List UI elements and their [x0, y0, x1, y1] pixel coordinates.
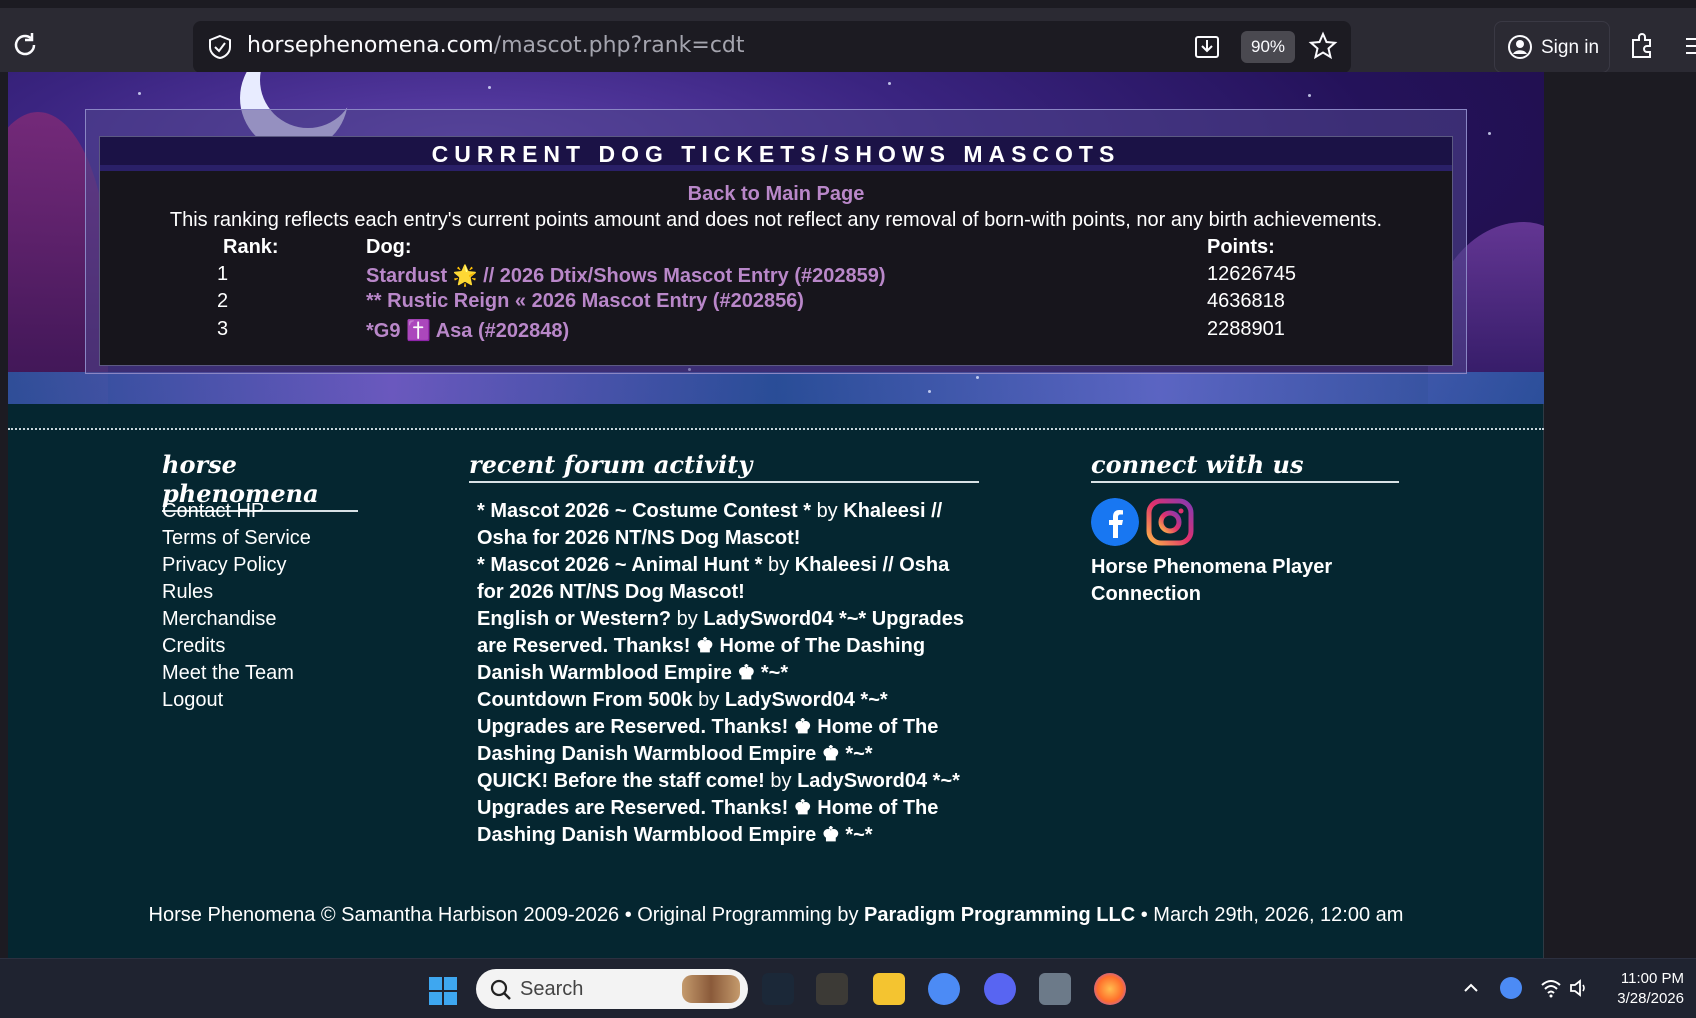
- volume-icon[interactable]: [1568, 977, 1590, 999]
- star-decoration: [976, 376, 979, 379]
- ranking-description: This ranking reflects each entry's curre…: [169, 209, 1383, 231]
- windows-start-icon[interactable]: [428, 976, 458, 1006]
- star-decoration: [928, 390, 931, 393]
- footer-link-merchandise[interactable]: Merchandise: [162, 606, 277, 633]
- night-sky-banner: CURRENT DOG TICKETS/SHOWS MASCOTS Back t…: [8, 72, 1544, 404]
- footer-link-rules[interactable]: Rules: [162, 579, 213, 606]
- star-decoration: [138, 92, 141, 95]
- rank-cell: 3: [217, 318, 229, 340]
- forum-activity-item[interactable]: * Mascot 2026 ~ Costume Contest * by Kha…: [477, 498, 967, 552]
- footer-link-team[interactable]: Meet the Team: [162, 660, 294, 687]
- forum-topic-title[interactable]: QUICK! Before the staff come!: [477, 770, 765, 792]
- page-title: CURRENT DOG TICKETS/SHOWS MASCOTS: [431, 141, 1121, 167]
- panel-header: CURRENT DOG TICKETS/SHOWS MASCOTS: [100, 137, 1452, 171]
- browser-toolbar: horsephenomena.com/mascot.php?rank=cdt 9…: [0, 0, 1696, 73]
- steam-icon[interactable]: [762, 973, 794, 1005]
- dog-link[interactable]: *G9 ✝️ Asa (#202848): [366, 318, 569, 343]
- footer-link-credits[interactable]: Credits: [162, 633, 225, 660]
- discord-icon[interactable]: [984, 973, 1016, 1005]
- system-clock[interactable]: 11:00 PM 3/28/2026: [1606, 969, 1684, 1009]
- points-column-header: Points:: [1207, 236, 1275, 258]
- facebook-icon[interactable]: [1091, 498, 1139, 546]
- page-viewport: CURRENT DOG TICKETS/SHOWS MASCOTS Back t…: [0, 72, 1696, 958]
- star-decoration: [888, 82, 891, 85]
- dog-column-header: Dog:: [366, 236, 412, 258]
- footer-link-logout[interactable]: Logout: [162, 687, 223, 714]
- star-decoration: [488, 86, 491, 89]
- site-body: CURRENT DOG TICKETS/SHOWS MASCOTS Back t…: [8, 72, 1544, 958]
- footer-link-contact[interactable]: Contact HP: [162, 498, 264, 525]
- cloud-band: [8, 372, 1544, 404]
- search-icon: [490, 979, 511, 1000]
- points-cell: 2288901: [1207, 318, 1285, 340]
- forum-topic-title[interactable]: * Mascot 2026 ~ Animal Hunt *: [477, 554, 762, 576]
- chevron-up-icon[interactable]: [1460, 977, 1482, 999]
- firefox-icon[interactable]: [1094, 973, 1126, 1005]
- forum-by-label: by: [676, 608, 698, 630]
- address-bar[interactable]: horsephenomena.com/mascot.php?rank=cdt 9…: [193, 21, 1351, 73]
- clock-time: 11:00 PM: [1620, 970, 1684, 987]
- game-app-icon[interactable]: [816, 973, 848, 1005]
- points-cell: 12626745: [1207, 263, 1296, 285]
- forum-activity-item[interactable]: English or Western? by LadySword04 *~* U…: [477, 606, 967, 687]
- footer-link-privacy[interactable]: Privacy Policy: [162, 552, 286, 579]
- taskbar-search[interactable]: Search: [476, 969, 748, 1009]
- sync-app-icon[interactable]: [928, 973, 960, 1005]
- instagram-icon[interactable]: [1146, 498, 1194, 546]
- os-taskbar: Search 11:00 PM 3/28/2026: [0, 958, 1696, 1018]
- forum-topic-title[interactable]: * Mascot 2026 ~ Costume Contest *: [477, 500, 811, 522]
- forum-by-label: by: [816, 500, 838, 522]
- copyright-line: Horse Phenomena © Samantha Harbison 2009…: [8, 904, 1544, 927]
- dog-link[interactable]: ** Rustic Reign « 2026 Mascot Entry (#20…: [366, 290, 804, 313]
- forum-activity-item[interactable]: QUICK! Before the staff come! by LadySwo…: [477, 768, 967, 849]
- sync-tray-icon[interactable]: [1500, 977, 1522, 999]
- bookmark-star-icon[interactable]: [1308, 31, 1338, 61]
- rank-cell: 1: [217, 263, 229, 285]
- forum-topic-title[interactable]: Countdown From 500k: [477, 689, 693, 711]
- points-cell: 4636818: [1207, 290, 1285, 312]
- reload-icon[interactable]: [10, 30, 40, 60]
- rank-column-header: Rank:: [223, 236, 279, 258]
- copyright-date: • March 29th, 2026, 12:00 am: [1140, 904, 1404, 926]
- star-decoration: [1308, 94, 1311, 97]
- zoom-level-badge[interactable]: 90%: [1241, 31, 1295, 63]
- sign-in-button[interactable]: Sign in: [1494, 21, 1610, 73]
- forum-by-label: by: [768, 554, 790, 576]
- connect-heading: connect with us: [1091, 450, 1399, 483]
- file-explorer-icon[interactable]: [873, 973, 905, 1005]
- url-path: /mascot.php?rank=cdt: [493, 33, 745, 58]
- forum-activity-item[interactable]: * Mascot 2026 ~ Animal Hunt * by Khalees…: [477, 552, 967, 606]
- search-label: Search: [520, 978, 584, 1000]
- wifi-icon[interactable]: [1540, 977, 1562, 999]
- forum-heading: recent forum activity: [469, 450, 979, 483]
- search-highlight-image: [682, 975, 740, 1003]
- back-to-main-link[interactable]: Back to Main Page: [100, 183, 1452, 206]
- footer-divider: [8, 428, 1544, 430]
- player-connection-link[interactable]: Horse Phenomena Player Connection: [1091, 554, 1391, 608]
- forum-activity-item[interactable]: Countdown From 500k by LadySword04 *~* U…: [477, 687, 967, 768]
- sign-in-label: Sign in: [1541, 37, 1600, 58]
- url-domain: horsephenomena.com: [247, 33, 494, 58]
- dog-link[interactable]: Stardust 🌟 // 2026 Dtix/Shows Mascot Ent…: [366, 263, 886, 288]
- copyright-text: Horse Phenomena © Samantha Harbison 2009…: [148, 904, 859, 926]
- rank-cell: 2: [217, 290, 229, 312]
- calculator-icon[interactable]: [1039, 973, 1071, 1005]
- forum-by-label: by: [698, 689, 720, 711]
- app-menu-icon[interactable]: [1686, 36, 1696, 56]
- shield-icon[interactable]: [207, 34, 233, 60]
- star-decoration: [1488, 132, 1491, 135]
- footer-link-terms[interactable]: Terms of Service: [162, 525, 311, 552]
- account-icon: [1508, 35, 1532, 59]
- url-text[interactable]: horsephenomena.com/mascot.php?rank=cdt: [247, 33, 745, 58]
- forum-by-label: by: [770, 770, 792, 792]
- forum-topic-title[interactable]: English or Western?: [477, 608, 671, 630]
- download-page-icon[interactable]: [1193, 33, 1221, 61]
- ranking-panel: CURRENT DOG TICKETS/SHOWS MASCOTS Back t…: [99, 136, 1453, 366]
- programming-company-link[interactable]: Paradigm Programming LLC: [864, 904, 1135, 926]
- extensions-icon[interactable]: [1628, 32, 1656, 60]
- clock-date: 3/28/2026: [1617, 990, 1684, 1007]
